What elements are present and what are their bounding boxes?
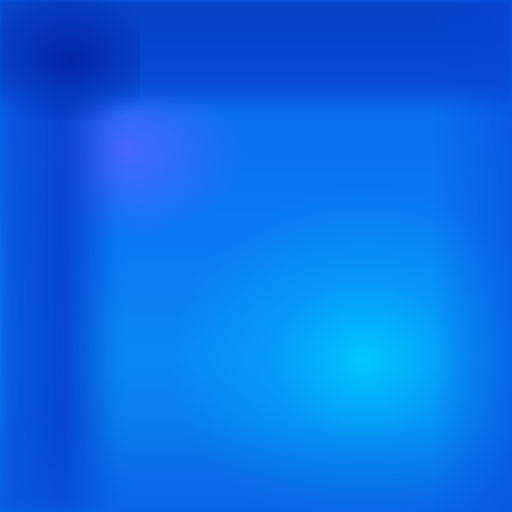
wallpaper-bottom-shade [0, 422, 512, 512]
desktop-wallpaper [0, 0, 512, 512]
wallpaper-corner-shade [0, 0, 140, 120]
